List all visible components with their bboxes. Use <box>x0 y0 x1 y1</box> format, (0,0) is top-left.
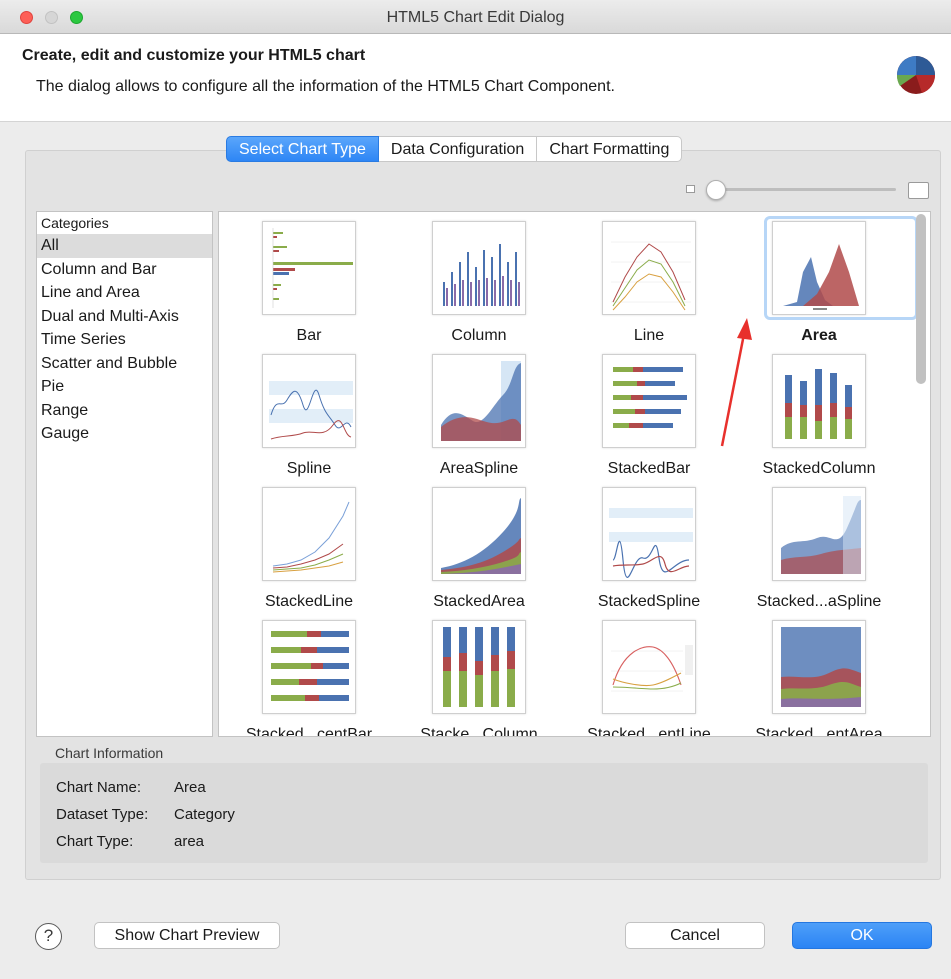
percentarea-chart-thumbnail-icon <box>772 620 866 714</box>
info-key: Chart Type: <box>56 833 134 850</box>
areaspline-chart-thumbnail-icon <box>432 354 526 448</box>
info-value: Category <box>174 806 235 823</box>
category-item-pie[interactable]: Pie <box>37 375 212 399</box>
title-bar: HTML5 Chart Edit Dialog <box>0 0 951 34</box>
stackedspline-chart-thumbnail-icon <box>602 487 696 581</box>
chart-tile-label: Line <box>633 327 665 344</box>
chart-tile-bar[interactable]: Bar <box>224 215 394 348</box>
category-item-line-and-area[interactable]: Line and Area <box>37 281 212 305</box>
chart-tile-stacked-percentline[interactable]: Stacked...entLine <box>564 614 734 737</box>
pie-chart-logo-icon <box>896 56 935 94</box>
help-button[interactable]: ? <box>35 923 62 950</box>
window-title: HTML5 Chart Edit Dialog <box>386 9 565 26</box>
info-key: Dataset Type: <box>56 806 149 823</box>
chart-tile-label: Area <box>801 327 837 344</box>
categories-list: Categories All Column and Bar Line and A… <box>36 211 213 737</box>
chart-tile-stacked-percentcolumn[interactable]: Stacke...Column <box>394 614 564 737</box>
column-chart-thumbnail-icon <box>432 221 526 315</box>
spline-chart-thumbnail-icon <box>262 354 356 448</box>
chart-tile-label: Stacked...entArea <box>755 726 883 737</box>
line-chart-thumbnail-icon <box>602 221 696 315</box>
chart-tile-label: Stacked...entLine <box>587 726 711 737</box>
chart-tile-stackedcolumn[interactable]: StackedColumn <box>734 348 904 481</box>
category-item-column-and-bar[interactable]: Column and Bar <box>37 258 212 282</box>
tab-bar: Select Chart Type Data Configuration Cha… <box>226 136 683 162</box>
chart-tile-label: StackedArea <box>433 593 525 610</box>
stackedarea-chart-thumbnail-icon <box>432 487 526 581</box>
chart-tile-label: StackedBar <box>607 460 691 477</box>
chart-tile-column[interactable]: Column <box>394 215 564 348</box>
chart-tile-label: AreaSpline <box>439 460 519 477</box>
percentcolumn-chart-thumbnail-icon <box>432 620 526 714</box>
category-item-dual-and-multi-axis[interactable]: Dual and Multi-Axis <box>37 305 212 329</box>
info-value: Area <box>174 779 206 796</box>
chart-tile-label: StackedLine <box>264 593 354 610</box>
chart-tile-stacked-areaspline[interactable]: Stacked...aSpline <box>734 481 904 614</box>
category-item-all[interactable]: All <box>37 234 212 258</box>
category-item-gauge[interactable]: Gauge <box>37 422 212 446</box>
chart-tile-label: Column <box>451 327 507 344</box>
stackedbar-chart-thumbnail-icon <box>602 354 696 448</box>
zoom-slider-knob[interactable] <box>706 180 726 200</box>
chart-tile-stacked-percentarea[interactable]: Stacked...entArea <box>734 614 904 737</box>
stackedline-chart-thumbnail-icon <box>262 487 356 581</box>
chart-information-title: Chart Information <box>55 745 164 761</box>
bar-chart-thumbnail-icon <box>262 221 356 315</box>
category-item-range[interactable]: Range <box>37 399 212 423</box>
info-row-dataset-type: Dataset Type: Category <box>56 806 235 823</box>
chart-tile-stackedspline[interactable]: StackedSpline <box>564 481 734 614</box>
category-item-time-series[interactable]: Time Series <box>37 328 212 352</box>
chart-tile-label: Stacked...centBar <box>245 726 373 737</box>
info-row-chart-type: Chart Type: area <box>56 833 204 850</box>
chart-tile-line[interactable]: Line <box>564 215 734 348</box>
gallery-scrollbar[interactable] <box>916 214 926 384</box>
stackedareaspline-chart-thumbnail-icon <box>772 487 866 581</box>
chart-tile-stackedbar[interactable]: StackedBar <box>564 348 734 481</box>
cancel-button[interactable]: Cancel <box>625 922 765 949</box>
chart-tile-label: Stacked...aSpline <box>756 593 882 610</box>
category-item-scatter-and-bubble[interactable]: Scatter and Bubble <box>37 352 212 376</box>
dialog-header: Create, edit and customize your HTML5 ch… <box>0 35 951 122</box>
tab-select-chart-type[interactable]: Select Chart Type <box>226 136 379 162</box>
chart-type-gallery: Bar Column Line Area Spline AreaSpline S… <box>218 211 931 737</box>
chart-tile-label: StackedSpline <box>597 593 701 610</box>
tab-chart-formatting[interactable]: Chart Formatting <box>537 136 683 162</box>
chart-tile-areaspline[interactable]: AreaSpline <box>394 348 564 481</box>
info-key: Chart Name: <box>56 779 142 796</box>
chart-tile-label: StackedColumn <box>762 460 876 477</box>
categories-heading: Categories <box>41 215 109 231</box>
ok-button[interactable]: OK <box>792 922 932 949</box>
chart-tile-label: Spline <box>286 460 332 477</box>
large-thumbnail-icon <box>908 182 929 199</box>
small-thumbnail-icon <box>686 185 695 193</box>
chart-tile-stackedline[interactable]: StackedLine <box>224 481 394 614</box>
chart-tile-area[interactable]: Area <box>734 215 918 348</box>
stackedcolumn-chart-thumbnail-icon <box>772 354 866 448</box>
area-chart-thumbnail-icon <box>772 221 866 315</box>
tab-data-configuration[interactable]: Data Configuration <box>378 136 538 162</box>
show-chart-preview-button[interactable]: Show Chart Preview <box>94 922 280 949</box>
chart-tile-stacked-percentbar[interactable]: Stacked...centBar <box>224 614 394 737</box>
percentline-chart-thumbnail-icon <box>602 620 696 714</box>
chart-tile-label: Stacke...Column <box>420 726 538 737</box>
chart-tile-spline[interactable]: Spline <box>224 348 394 481</box>
chart-tile-label: Bar <box>296 327 322 344</box>
info-row-chart-name: Chart Name: Area <box>56 779 206 796</box>
percentbar-chart-thumbnail-icon <box>262 620 356 714</box>
dialog-description: The dialog allows to configure all the i… <box>36 78 615 95</box>
info-value: area <box>174 833 205 850</box>
chart-tile-stackedarea[interactable]: StackedArea <box>394 481 564 614</box>
dialog-heading: Create, edit and customize your HTML5 ch… <box>22 47 366 64</box>
zoom-slider-track[interactable] <box>716 188 896 191</box>
